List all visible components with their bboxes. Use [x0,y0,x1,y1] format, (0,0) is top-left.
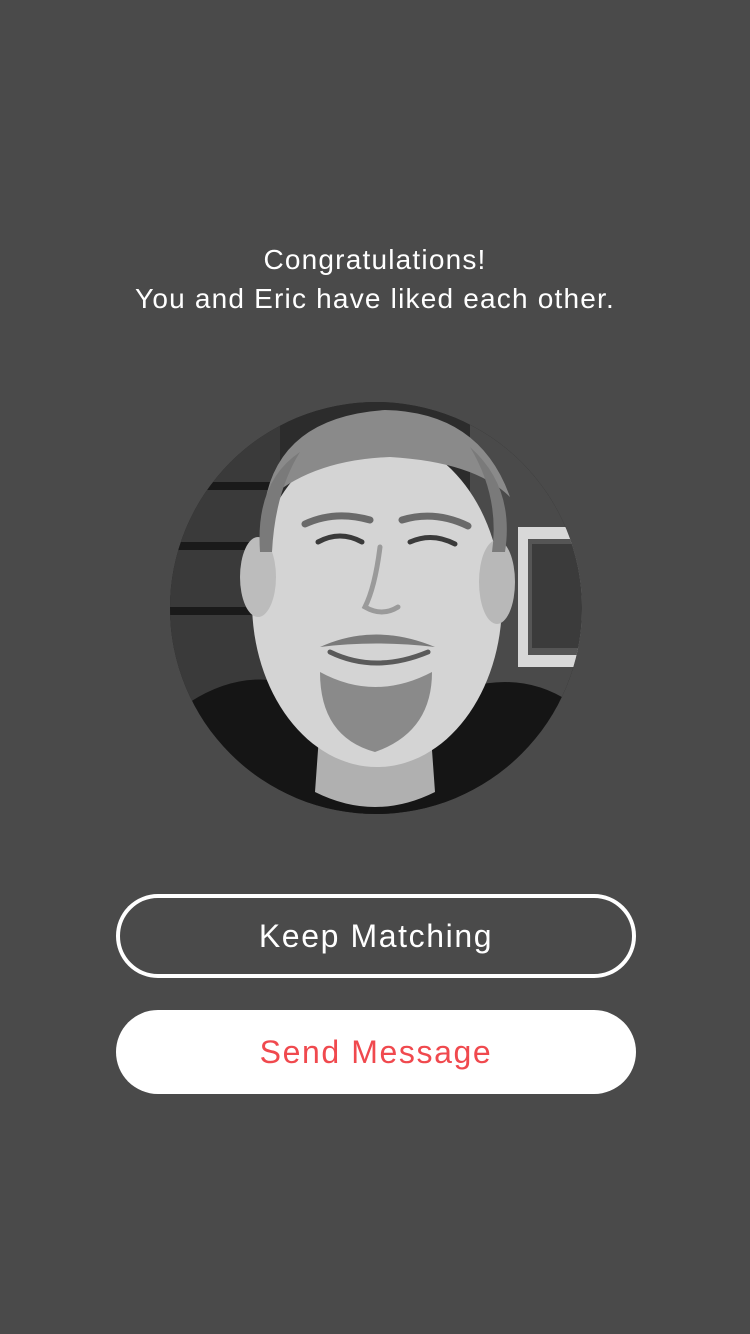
send-message-label: Send Message [259,1033,493,1070]
profile-photo-icon [170,402,582,814]
match-avatar [170,402,582,814]
keep-matching-label: Keep Matching [258,917,494,954]
send-message-button[interactable]: Send Message [116,1010,636,1094]
congrats-heading: Congratulations! [263,244,487,275]
match-description: You and Eric have liked each other. [135,283,615,314]
match-message: Congratulations! You and Eric have liked… [0,240,750,318]
keep-matching-button[interactable]: Keep Matching [116,894,636,978]
